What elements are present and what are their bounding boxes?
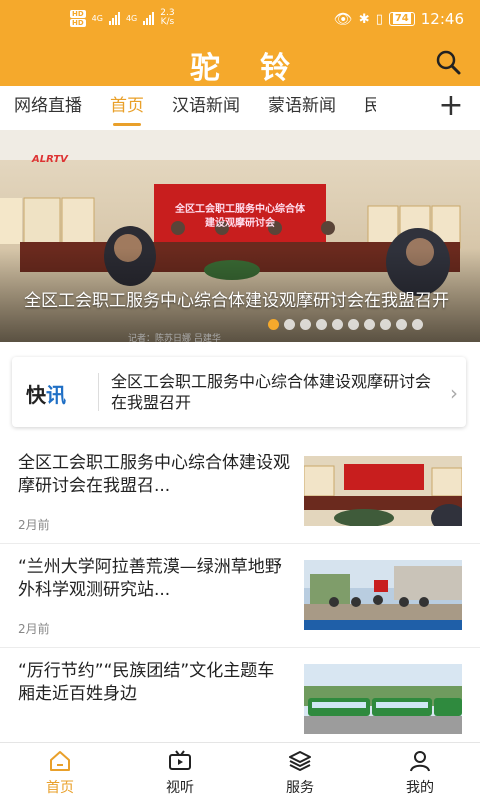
app-header: 驼铃	[0, 38, 480, 86]
carousel-dot[interactable]	[396, 319, 407, 330]
carousel-dot[interactable]	[412, 319, 423, 330]
flash-news-card[interactable]: 快讯 全区工会职工服务中心综合体建设观摩研讨会在我盟召开 ›	[12, 357, 466, 427]
battery-icon: 74	[388, 12, 415, 26]
carousel-dot[interactable]	[364, 319, 375, 330]
clock: 12:46	[420, 10, 464, 28]
flash-news-logo: 快讯	[26, 379, 66, 408]
hd-badge: HD	[70, 9, 86, 18]
flash-news-text: 全区工会职工服务中心综合体建设观摩研讨会在我盟召开	[111, 372, 432, 412]
carousel-dot[interactable]	[332, 319, 343, 330]
add-channel-icon[interactable]: +	[436, 86, 466, 130]
user-icon	[410, 751, 430, 772]
banner-logo: ALRTV	[32, 154, 68, 165]
news-time: 2月前	[18, 518, 50, 532]
status-bar: HD HD 4G 4G 2.3 K/s 👁 ✱ ▯ 74 12:46	[0, 0, 480, 38]
banner-reporter: 记者：陈苏日娜 吕建华	[128, 334, 221, 344]
news-item[interactable]: “兰州大学阿拉善荒漠—绿洲草地野外科学观测研究站... 2月前	[0, 544, 480, 648]
nav-label: 视听	[166, 780, 194, 796]
news-thumbnail	[304, 664, 462, 734]
search-icon[interactable]	[434, 48, 462, 76]
nav-profile[interactable]: 我的	[360, 743, 480, 800]
carousel-indicator	[268, 319, 423, 330]
channel-tabs: 网络直播 首页 汉语新闻 蒙语新闻 民	[0, 86, 480, 130]
tab-live[interactable]: 网络直播	[14, 86, 82, 130]
signal-icon	[143, 11, 155, 25]
carousel-dot[interactable]	[268, 319, 279, 330]
nav-video[interactable]: 视听	[120, 743, 240, 800]
app-title: 驼铃	[190, 51, 330, 86]
signal-icon	[108, 11, 120, 25]
bluetooth-icon: ✱	[358, 11, 370, 27]
nav-home[interactable]: 首页	[0, 743, 120, 800]
nav-label: 首页	[46, 780, 74, 796]
flash-logo-part: 讯	[46, 383, 66, 407]
chevron-right-icon: ›	[450, 381, 458, 405]
news-thumbnail	[304, 560, 462, 630]
divider	[98, 373, 99, 411]
carousel-dot[interactable]	[284, 319, 295, 330]
carousel-dot[interactable]	[316, 319, 327, 330]
news-item[interactable]: 全区工会职工服务中心综合体建设观摩研讨会在我盟召... 2月前	[0, 440, 480, 544]
news-thumbnail	[304, 456, 462, 526]
network-type: 4G	[125, 13, 138, 23]
tab-home[interactable]: 首页	[110, 86, 144, 130]
news-item[interactable]: “厉行节约”“民族团结”文化主题车厢走近百姓身边	[0, 648, 480, 752]
banner-screen-text: 全区工会职工服务中心综合体	[175, 204, 305, 215]
network-type: 4G	[91, 13, 103, 23]
network-speed: 2.3 K/s	[160, 9, 174, 27]
home-icon	[50, 751, 70, 771]
news-time: 2月前	[18, 622, 50, 636]
nav-label: 服务	[286, 780, 314, 796]
status-left: HD HD 4G 4G 2.3 K/s	[70, 9, 175, 27]
banner-caption: 全区工会职工服务中心综合体建设观摩研讨会在我盟召开	[24, 291, 449, 311]
flash-logo-part: 快	[26, 383, 46, 407]
video-icon	[169, 750, 191, 770]
news-title: 全区工会职工服务中心综合体建设观摩研讨会在我盟召...	[18, 453, 290, 496]
vibrate-icon: ▯	[375, 11, 383, 27]
hd-indicators: HD HD	[70, 9, 86, 27]
bottom-nav: 首页 视听 服务 我的	[0, 742, 480, 800]
tab-mongolian-news[interactable]: 蒙语新闻	[268, 86, 336, 130]
nav-label: 我的	[406, 780, 434, 796]
banner-screen-text: 建设观摩研讨会	[205, 218, 275, 229]
status-right: 👁 ✱ ▯ 74 12:46	[334, 10, 464, 28]
layers-icon	[289, 751, 311, 771]
carousel-dot[interactable]	[348, 319, 359, 330]
carousel-dot[interactable]	[300, 319, 311, 330]
news-title: “兰州大学阿拉善荒漠—绿洲草地野外科学观测研究站...	[18, 557, 282, 600]
speed-unit: K/s	[160, 17, 175, 27]
news-title: “厉行节约”“民族团结”文化主题车厢走近百姓身边	[18, 661, 275, 704]
hd-badge: HD	[70, 18, 86, 27]
nav-services[interactable]: 服务	[240, 743, 360, 800]
battery-level: 74	[392, 13, 411, 24]
tab-chinese-news[interactable]: 汉语新闻	[172, 86, 240, 130]
tab-more-clipped[interactable]: 民	[364, 86, 376, 130]
eye-icon: 👁	[333, 10, 353, 28]
banner-carousel[interactable]: ALRTV 全区工会职工服务中心综合体 建设观摩研讨会 全区工会职工服务中心综合…	[0, 130, 480, 342]
carousel-dot[interactable]	[380, 319, 391, 330]
